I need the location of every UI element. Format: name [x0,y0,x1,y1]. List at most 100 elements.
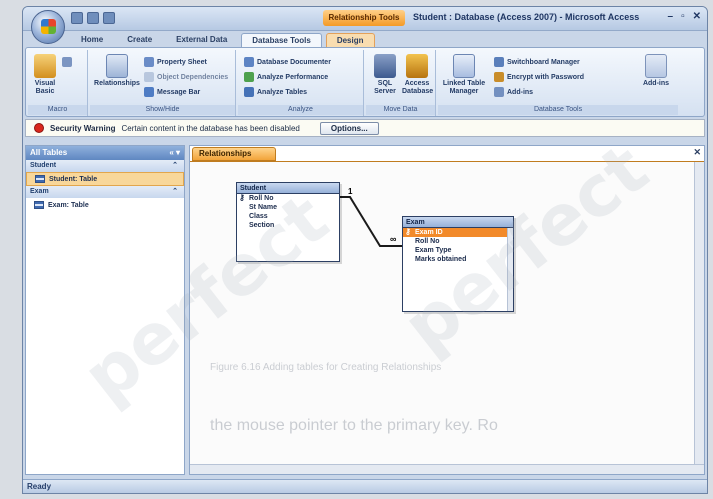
access-database-icon [406,54,428,78]
close-document-button[interactable]: ✕ [693,147,701,158]
add-ins-icon [494,87,504,97]
window-controls: – ▫ ✕ [668,11,702,22]
group-label-database-tools: Database Tools [438,105,678,115]
context-tab-header: Relationship Tools [323,10,405,26]
security-warning-message: Certain content in the database has been… [121,123,300,133]
nav-item-student-table[interactable]: Student: Table [26,172,184,186]
student-table-box[interactable]: Student Roll No St Name Class Section [236,182,340,262]
chevron-up-icon: ⌃ [172,188,178,195]
group-show-hide: Relationships Property Sheet Object Depe… [90,50,236,116]
switchboard-manager-button[interactable]: Switchboard Manager [494,56,580,68]
redo-icon[interactable] [103,12,115,24]
analyze-tables-button[interactable]: Analyze Tables [244,86,307,98]
office-button[interactable] [31,10,65,44]
add-ins-menu-button[interactable]: Add-ins [494,86,533,98]
database-documenter-button[interactable]: Database Documenter [244,56,331,68]
group-macro: Visual Basic Macro [28,50,88,116]
linked-table-icon [453,54,475,78]
nav-group-student[interactable]: Student ⌃ [26,160,184,172]
message-bar-icon [144,87,154,97]
table-icon [34,201,44,209]
field-marks-obtained[interactable]: Marks obtained [403,255,513,264]
window-title: Student : Database (Access 2007) - Micro… [413,12,640,22]
linked-table-manager-button[interactable]: Linked Table Manager [442,54,486,96]
nav-item-exam-table[interactable]: Exam: Table [26,198,184,212]
exam-table-scrollbar[interactable] [507,228,513,311]
nav-pane-collapse-icon[interactable]: « ▾ [169,146,180,160]
chevron-up-icon: ⌃ [172,162,178,169]
lock-icon [494,72,504,82]
field-roll-no[interactable]: Roll No [403,237,513,246]
ribbon: Visual Basic Macro Relationships Propert… [25,47,705,117]
save-icon[interactable] [71,12,83,24]
field-exam-type[interactable]: Exam Type [403,246,513,255]
make-accde-icon [645,54,667,78]
security-warning-icon [34,123,44,133]
group-analyze: Database Documenter Analyze Performance … [238,50,364,116]
message-bar: Security Warning Certain content in the … [25,119,705,137]
document-area: Relationships ✕ Figure 6.16 Adding table… [189,145,705,475]
exam-table-box[interactable]: Exam Exam ID Roll No Exam Type Marks obt… [402,216,514,312]
access-database-button[interactable]: Access Database [402,54,433,96]
tab-home[interactable]: Home [71,33,113,47]
relationships-button[interactable]: Relationships [94,54,140,88]
group-label-macro: Macro [28,105,87,115]
nav-pane-header[interactable]: All Tables « ▾ [26,146,184,160]
one-side-label: 1 [348,187,353,196]
property-sheet-button[interactable]: Property Sheet [144,56,207,68]
relationships-canvas[interactable]: Figure 6.16 Adding tables for Creating R… [190,162,704,474]
analyze-performance-button[interactable]: Analyze Performance [244,71,328,83]
navigation-pane: All Tables « ▾ Student ⌃ Student: Table E… [25,145,185,475]
group-label-analyze: Analyze [238,105,363,115]
nav-group-exam[interactable]: Exam ⌃ [26,186,184,198]
group-label-move-data: Move Data [366,105,435,115]
add-ins-button[interactable]: Add-ins [638,54,674,88]
group-move-data: SQL Server Access Database Move Data [366,50,436,116]
visual-basic-icon [34,54,56,78]
horizontal-scrollbar[interactable] [190,464,704,474]
ribbon-tabs: Home Create External Data Database Tools… [71,33,375,47]
tab-design[interactable]: Design [325,33,375,47]
analyze-tables-icon [244,87,254,97]
student-table-title[interactable]: Student [237,183,339,194]
macro-icon [62,57,72,67]
property-sheet-icon [144,57,154,67]
office-logo-icon [41,19,56,34]
maximize-button[interactable]: ▫ [681,11,685,22]
exam-table-title[interactable]: Exam [403,217,513,228]
quick-access-toolbar [71,12,115,24]
field-section[interactable]: Section [237,221,339,230]
field-roll-no[interactable]: Roll No [237,193,339,203]
undo-icon[interactable] [87,12,99,24]
tab-external-data[interactable]: External Data [166,33,237,47]
minimize-button[interactable]: – [668,11,674,22]
encrypt-with-password-button[interactable]: Encrypt with Password [494,71,584,83]
table-icon [35,175,45,183]
access-window: Relationship Tools Student : Database (A… [22,6,708,494]
field-exam-id[interactable]: Exam ID [403,227,513,237]
object-dependencies-button[interactable]: Object Dependencies [144,71,228,83]
run-macro-button[interactable] [62,56,72,68]
relationships-icon [106,54,128,78]
message-bar-button[interactable]: Message Bar [144,86,200,98]
tab-create[interactable]: Create [117,33,162,47]
close-button[interactable]: ✕ [693,11,701,22]
group-database-tools: Linked Table Manager Switchboard Manager… [438,50,678,116]
sql-server-button[interactable]: SQL Server [370,54,400,96]
field-st-name[interactable]: St Name [237,203,339,212]
group-label-show-hide: Show/Hide [90,105,235,115]
title-bar: Relationship Tools Student : Database (A… [23,7,707,31]
vertical-scrollbar[interactable] [694,162,704,464]
many-side-label: ∞ [390,234,397,244]
field-class[interactable]: Class [237,212,339,221]
tab-relationships[interactable]: Relationships [192,147,276,161]
visual-basic-button[interactable]: Visual Basic [30,54,60,96]
security-warning-label: Security Warning [50,123,116,133]
sql-server-icon [374,54,396,78]
performance-icon [244,72,254,82]
object-dependencies-icon [144,72,154,82]
options-button[interactable]: Options... [319,121,379,135]
documenter-icon [244,57,254,67]
tab-database-tools[interactable]: Database Tools [241,33,322,47]
status-bar: Ready [23,479,707,493]
